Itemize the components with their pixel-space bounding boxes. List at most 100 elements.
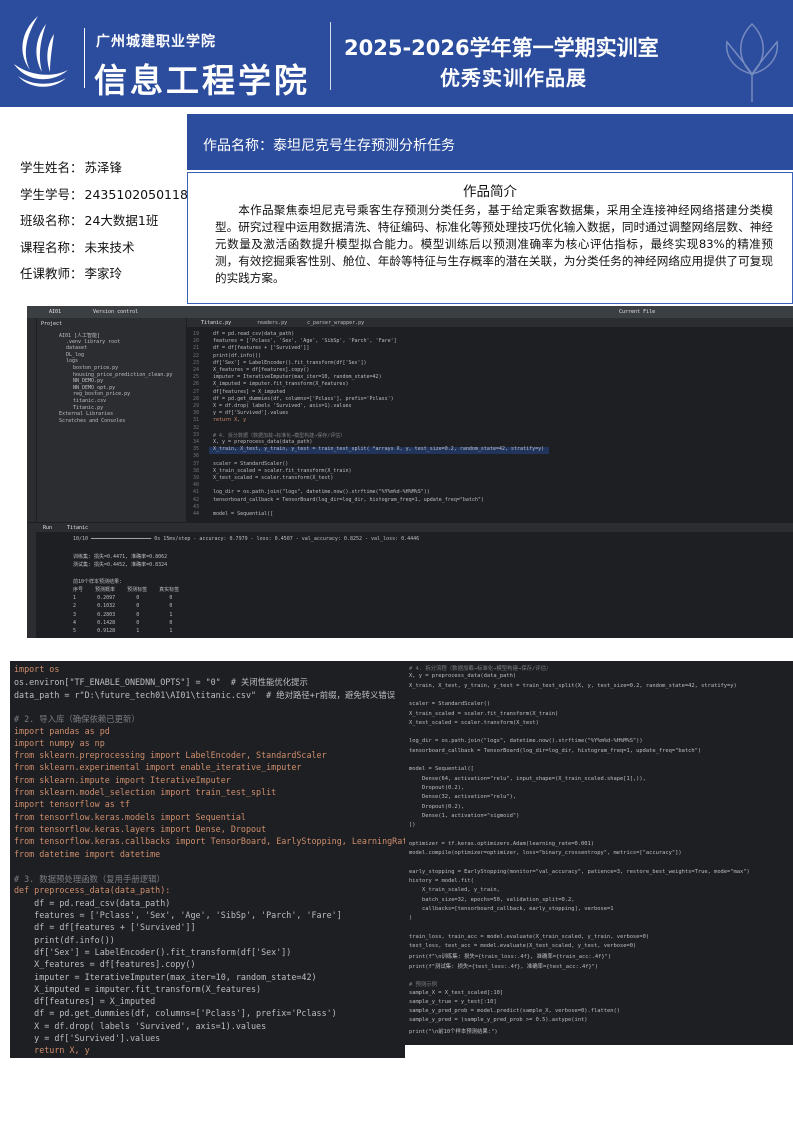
line-number: 22 — [193, 352, 200, 359]
code-editor: 19 20 21 22 23 24 25 26 27 28 29 30 31 32 33 34 35 36 37 38… — [187, 328, 793, 522]
code-line: from sklearn.preprocessing import LabelE… — [14, 750, 327, 761]
project-tree-item[interactable]: dataset — [66, 345, 87, 351]
editor-code-line: X = df.drop( labels 'Survived', axis=1).… — [213, 403, 352, 409]
line-number: 19 — [193, 331, 200, 337]
line-number: 33 — [193, 431, 200, 438]
project-panel: Project AI01 [人工智能] .venv library root dat… — [37, 318, 187, 522]
editor-code-line: df = pd.read_csv(data_path) — [213, 331, 295, 337]
code-line: batch_size=32, epochs=50, validation_spl… — [409, 896, 575, 903]
code-line: import numpy as np — [14, 737, 105, 748]
editor-code-line: X_features = df[features].copy() — [213, 367, 310, 373]
line-number: 30 — [193, 410, 200, 417]
tab-c-parser-wrapper[interactable]: c_parser_wrapper.py — [307, 320, 364, 326]
ide-tool-gutter — [27, 318, 37, 638]
code-line: print(f"测试集: 损失={test_loss:.4f}, 准确率={te… — [409, 963, 599, 970]
console-line: 1 0.2097 0 0 — [73, 594, 173, 601]
editor-tabs: Titanic.py readers.py c_parser_wrapper.p… — [187, 318, 793, 328]
line-number: 37 — [193, 460, 200, 467]
code-line: features = ['Pclass', 'Sex', 'Age', 'Sib… — [14, 910, 342, 920]
code-line: early_stopping = EarlyStopping(monitor="… — [409, 868, 750, 875]
banner-title-line2: 优秀实训作品展 — [440, 66, 587, 90]
line-number: 36 — [193, 453, 200, 460]
code-line: os.environ["TF_ENABLE_ONEDNN_OPTS"] = "0… — [14, 677, 308, 688]
project-tree-item[interactable]: DL_log — [66, 352, 84, 358]
run-toolbar: Run Titanic — [27, 522, 793, 532]
line-number: 32 — [193, 424, 200, 431]
code-line: scaler = StandardScaler() — [409, 701, 491, 708]
editor-code-line: df = df[features + ['Survived']] — [213, 345, 310, 352]
code-line: from tensorflow.keras.callbacks import T… — [14, 836, 405, 847]
editor-code-line: df[features] = X_imputed — [213, 388, 286, 395]
console-line: 10/10 ━━━━━━━━━━━━━━━━━━━━ 0s 15ms/step … — [73, 536, 420, 542]
project-tree-item[interactable]: housing_price_prediction_clean.py — [73, 372, 172, 378]
code-line: # 4. 拆分流程（数据加载→标准化→模型构建→保存/评估） — [409, 666, 552, 672]
intro-box: 作品简介 本作品聚焦泰坦尼克号乘客生存预测分类任务，基于给定乘客数据集，采用全连… — [187, 172, 793, 304]
tab-readers[interactable]: readers.py — [257, 320, 287, 326]
editor-code-line: features = ['Pclass', 'Sex', 'Age', 'Sib… — [213, 338, 397, 345]
run-tab-titanic[interactable]: Titanic — [67, 525, 88, 531]
console-line: 4 0.1428 0 0 — [73, 620, 173, 626]
line-number: 41 — [193, 489, 200, 496]
code-panel-left: import os os.environ["TF_ENABLE_ONEDNN_OP… — [10, 661, 405, 1058]
code-line: Dense(1, activation="sigmoid") — [409, 812, 520, 819]
console-line: 5 0.9128 1 1 — [73, 628, 173, 635]
code-line: sample_X = X_test_scaled[:10] — [409, 989, 504, 996]
code-line: import pandas as pd — [14, 725, 110, 736]
code-line: optimizer = tf.keras.optimizers.Adam(lea… — [409, 840, 594, 847]
code-line: test_loss, test_acc = model.evaluate(X_t… — [409, 943, 637, 949]
project-tree-item[interactable]: Scratches and Consoles — [59, 418, 125, 424]
code-line: sample_y_pred_prob = model.predict(sampl… — [409, 1008, 620, 1015]
code-line: X = df.drop( labels 'Survived', axis=1).… — [14, 1020, 267, 1031]
college-name: 信息工程学院 — [94, 61, 310, 100]
code-line: Dense(64, activation="relu", input_shape… — [409, 775, 646, 782]
course-row: 课程名称： 未来技术 — [20, 239, 135, 255]
code-line: # 3. 数据预处理函数（复用手册逻辑） — [14, 874, 165, 885]
ide-current-file: Current File — [619, 309, 656, 315]
project-tree-item[interactable]: titanic.csv — [73, 398, 106, 404]
code-line: Dropout(0.2), — [409, 803, 465, 810]
project-tree-item[interactable]: reg_boston_price.py — [73, 391, 130, 397]
code-line: df = pd.read_csv(data_path) — [14, 897, 171, 908]
code-line: y = df['Survived'].values — [14, 1033, 161, 1043]
code-line: # 2. 导入库（确保依赖已更新） — [14, 714, 140, 725]
line-number: 26 — [193, 381, 200, 388]
project-tree-item[interactable]: Titanic.py — [73, 405, 103, 411]
project-tree-item[interactable]: boston_price.py — [73, 365, 118, 371]
line-number: 38 — [193, 467, 200, 474]
code-line: X, y = preprocess_data(data_path) — [409, 673, 517, 680]
code-line: print("\n前10个样本预测结果:") — [409, 1028, 498, 1035]
student-name: 苏泽锋 — [84, 160, 123, 175]
ide-topbar: AI01 Version control Current File — [27, 306, 793, 318]
banner-title-line1: 2025-2026学年第一学期实训室 — [344, 36, 659, 60]
code-line: return X, y — [14, 1045, 90, 1056]
code-line: import tensorflow as tf — [14, 799, 130, 810]
code-line: from sklearn.impute import IterativeImpu… — [14, 774, 231, 785]
project-tree-item[interactable]: NN_DEMO_opt.py — [73, 385, 115, 391]
tab-titanic[interactable]: Titanic.py — [201, 320, 231, 326]
project-tree-item[interactable]: NN_DEMO.py — [73, 378, 103, 384]
line-number: 44 — [193, 511, 200, 517]
editor-code-line: y = df['Survived'].values — [213, 410, 289, 417]
code-line: from sklearn.model_selection import trai… — [14, 787, 277, 797]
editor-code-line: df = pd.get_dummies(df, columns=['Pclass… — [213, 395, 394, 402]
project-tree-item[interactable]: .venv library root — [66, 339, 120, 345]
line-number: 29 — [193, 403, 200, 409]
line-number: 40 — [193, 482, 200, 489]
project-tree-item[interactable]: logs — [66, 358, 78, 364]
project-panel-title: Project — [41, 321, 63, 327]
student-info: 学生姓名： 苏泽锋 学生学号： 2435102050118 班级名称： 24大数据1班… — [20, 155, 188, 288]
code-line: model = Sequential([ — [409, 766, 474, 773]
college-logo-icon — [14, 16, 68, 87]
code-line: def preprocess_data(data_path): — [14, 885, 171, 896]
line-number: 35 — [193, 446, 200, 453]
student-id: 2435102050118 — [84, 186, 188, 202]
editor-code-line: # 4. 拆分数据（数据加载→标准化→模型构建→保存/评估） — [213, 432, 346, 439]
editor-code-line: print(df.info()) — [213, 352, 262, 359]
code-line: train_loss, train_acc = model.evaluate(X… — [409, 933, 650, 940]
code-line: X_features = df[features].copy() — [14, 959, 196, 970]
editor-code-line: X_test_scaled = scaler.transform(X_test) — [213, 475, 334, 481]
intro-text: 本作品聚焦泰坦尼克号乘客生存预测分类任务，基于给定乘客数据集，采用全连接神经网络… — [215, 203, 773, 285]
code-line: Dropout(0.2), — [409, 784, 465, 791]
project-tree-item[interactable]: External Libraries — [59, 411, 113, 417]
line-number: 34 — [193, 439, 200, 445]
